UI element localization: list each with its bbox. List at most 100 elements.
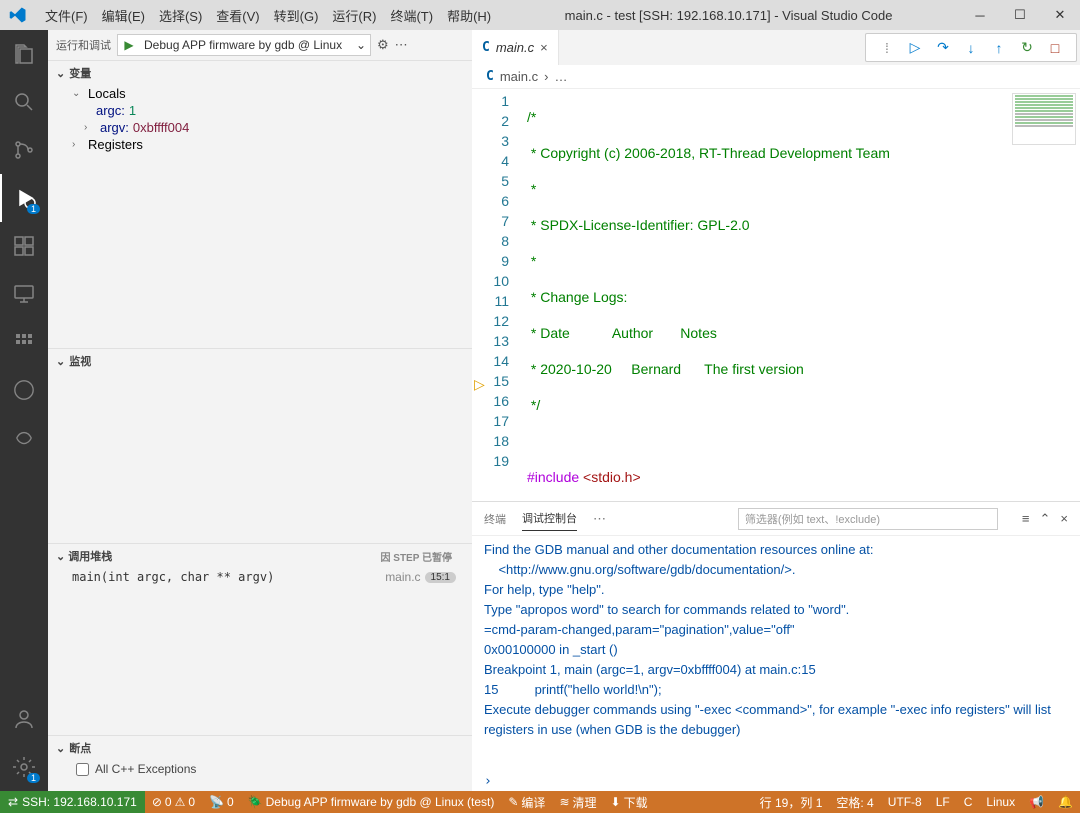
step-into-icon[interactable]: ↓	[962, 40, 980, 56]
variable-argc[interactable]: argc: 1	[56, 102, 472, 119]
explorer-icon[interactable]	[0, 30, 48, 78]
bell-icon[interactable]: 🔔	[1051, 795, 1080, 809]
menu-help[interactable]: 帮助(H)	[441, 2, 497, 29]
debug-toolbar: ⁞ ▷ ↷ ↓ ↑ ↻ □	[865, 33, 1077, 62]
chevron-up-icon[interactable]: ⌃	[1040, 511, 1051, 527]
more-icon[interactable]: ⋯	[395, 37, 408, 53]
c-file-icon: C	[486, 69, 494, 84]
status-errors[interactable]: ⊘0 ⚠0	[145, 795, 202, 809]
status-indent[interactable]: 空格: 4	[829, 794, 880, 811]
status-debug-config[interactable]: 🪲Debug APP firmware by gdb @ Linux (test…	[241, 795, 502, 809]
broom-icon: ≋	[559, 795, 569, 809]
chevron-down-icon: ⌄	[56, 742, 65, 755]
minimap[interactable]	[1012, 93, 1076, 145]
clear-icon[interactable]: ≡	[1022, 511, 1030, 527]
menu-terminal[interactable]: 终端(T)	[384, 2, 439, 29]
restart-icon[interactable]: ↻	[1018, 39, 1036, 56]
editor-area: C main.c × ⁞ ▷ ↷ ↓ ↑ ↻ □ C main.c › … 1	[472, 30, 1080, 791]
source-control-icon[interactable]	[0, 126, 48, 174]
chevron-down-icon: ⌄	[56, 67, 65, 80]
breakpoint-all-cpp[interactable]: All C++ Exceptions	[48, 760, 472, 778]
remote-explorer-icon[interactable]	[0, 270, 48, 318]
drag-handle-icon[interactable]: ⁞	[878, 40, 896, 56]
status-clean[interactable]: ≋清理	[552, 794, 603, 811]
activity-bar: 1 1	[0, 30, 48, 791]
chevron-down-icon: ⌄	[356, 38, 366, 52]
antenna-icon: 📡	[209, 795, 224, 809]
close-panel-icon[interactable]: ×	[1060, 511, 1068, 527]
window-title: main.c - test [SSH: 192.168.10.171] - Vi…	[497, 8, 960, 23]
status-os[interactable]: Linux	[979, 795, 1022, 809]
locals-node[interactable]: ⌄Locals	[56, 85, 472, 102]
menu-run[interactable]: 运行(R)	[326, 2, 382, 29]
tab-debug-console[interactable]: 调试控制台	[522, 506, 577, 531]
settings-icon[interactable]: 1	[0, 743, 48, 791]
stop-icon[interactable]: □	[1046, 40, 1064, 56]
step-out-icon[interactable]: ↑	[990, 40, 1008, 56]
code-editor[interactable]: 12345 678910 11121314 ▷15 16171819 /* * …	[472, 89, 1080, 501]
debug-config-combo[interactable]: ▶ Debug APP firmware by gdb @ Linux⌄	[117, 34, 371, 56]
chevron-down-icon: ⌄	[72, 88, 84, 99]
search-icon[interactable]	[0, 78, 48, 126]
maximize-button[interactable]: ☐	[1000, 0, 1040, 30]
menu-selection[interactable]: 选择(S)	[153, 2, 208, 29]
debug-config-select[interactable]: Debug APP firmware by gdb @ Linux⌄	[140, 38, 370, 52]
close-icon[interactable]: ×	[540, 40, 548, 55]
run-debug-label: 运行和调试	[56, 37, 111, 53]
chevron-right-icon: ›	[72, 139, 84, 150]
menu-view[interactable]: 查看(V)	[210, 2, 265, 29]
callstack-panel-header[interactable]: ⌄ 调用堆栈 因 STEP 已暂停	[48, 544, 472, 568]
breadcrumb[interactable]: C main.c › …	[472, 65, 1080, 89]
account-icon[interactable]	[0, 695, 48, 743]
continue-icon[interactable]: ▷	[906, 39, 924, 56]
tab-main-c[interactable]: C main.c ×	[472, 30, 559, 65]
extensions-icon[interactable]	[0, 222, 48, 270]
variable-argv[interactable]: ›argv: 0xbffff004	[56, 119, 472, 136]
status-cursor[interactable]: 行 19，列 1	[753, 794, 830, 811]
bottom-panel: 终端 调试控制台 ⋯ 筛选器(例如 text、!exclude) ≡ ⌃ × F…	[472, 501, 1080, 791]
registers-node[interactable]: ›Registers	[56, 136, 472, 153]
chevron-right-icon: ›	[84, 122, 96, 133]
debug-console-output[interactable]: Find the GDB manual and other documentat…	[472, 536, 1080, 772]
status-download[interactable]: ⬇下载	[604, 794, 655, 811]
debug-header: 运行和调试 ▶ Debug APP firmware by gdb @ Linu…	[48, 30, 472, 60]
tab-terminal[interactable]: 终端	[484, 507, 506, 531]
menu-file[interactable]: 文件(F)	[39, 2, 94, 29]
run-debug-icon[interactable]: 1	[0, 174, 48, 222]
filter-input[interactable]: 筛选器(例如 text、!exclude)	[738, 508, 998, 530]
c-file-icon: C	[482, 40, 490, 55]
watch-panel-header[interactable]: ⌄监视	[48, 349, 472, 373]
menu-edit[interactable]: 编辑(E)	[96, 2, 151, 29]
gear-icon[interactable]: ⚙	[377, 37, 389, 53]
menubar: 文件(F) 编辑(E) 选择(S) 查看(V) 转到(G) 运行(R) 终端(T…	[35, 2, 497, 29]
console-prompt[interactable]: ›	[472, 772, 1080, 791]
stack-frame[interactable]: main(int argc, char ** argv) main.c15:1	[48, 568, 472, 586]
status-eol[interactable]: LF	[929, 795, 957, 809]
titlebar: 文件(F) 编辑(E) 选择(S) 查看(V) 转到(G) 运行(R) 终端(T…	[0, 0, 1080, 30]
code-content[interactable]: /* * Copyright (c) 2006-2018, RT-Thread …	[527, 89, 1080, 501]
status-build[interactable]: ✎编译	[501, 794, 552, 811]
bp-checkbox[interactable]	[76, 763, 89, 776]
status-ports[interactable]: 📡0	[202, 795, 241, 809]
minimize-button[interactable]: ─	[960, 0, 1000, 30]
variables-panel-header[interactable]: ⌄变量	[48, 61, 472, 85]
editor-tabs: C main.c × ⁞ ▷ ↷ ↓ ↑ ↻ □	[472, 30, 1080, 65]
github-icon[interactable]	[0, 366, 48, 414]
warning-icon: ⚠	[175, 795, 186, 809]
step-over-icon[interactable]: ↷	[934, 39, 952, 56]
status-encoding[interactable]: UTF-8	[881, 795, 929, 809]
start-debug-icon[interactable]: ▶	[118, 38, 140, 52]
line-gutter: 12345 678910 11121314 ▷15 16171819	[472, 89, 527, 501]
misc-icon[interactable]	[0, 414, 48, 462]
close-button[interactable]: ✕	[1040, 0, 1080, 30]
wrench-icon: ✎	[508, 795, 518, 809]
apps-icon[interactable]	[0, 318, 48, 366]
more-icon[interactable]: ⋯	[593, 511, 606, 527]
breakpoints-panel-header[interactable]: ⌄断点	[48, 736, 472, 760]
menu-go[interactable]: 转到(G)	[268, 2, 325, 29]
feedback-icon[interactable]: 📢	[1022, 795, 1051, 809]
debug-icon: 🪲	[248, 795, 263, 809]
chevron-right-icon: ›	[544, 69, 548, 84]
remote-indicator[interactable]: ⇄SSH: 192.168.10.171	[0, 791, 145, 813]
status-lang[interactable]: C	[957, 795, 980, 809]
